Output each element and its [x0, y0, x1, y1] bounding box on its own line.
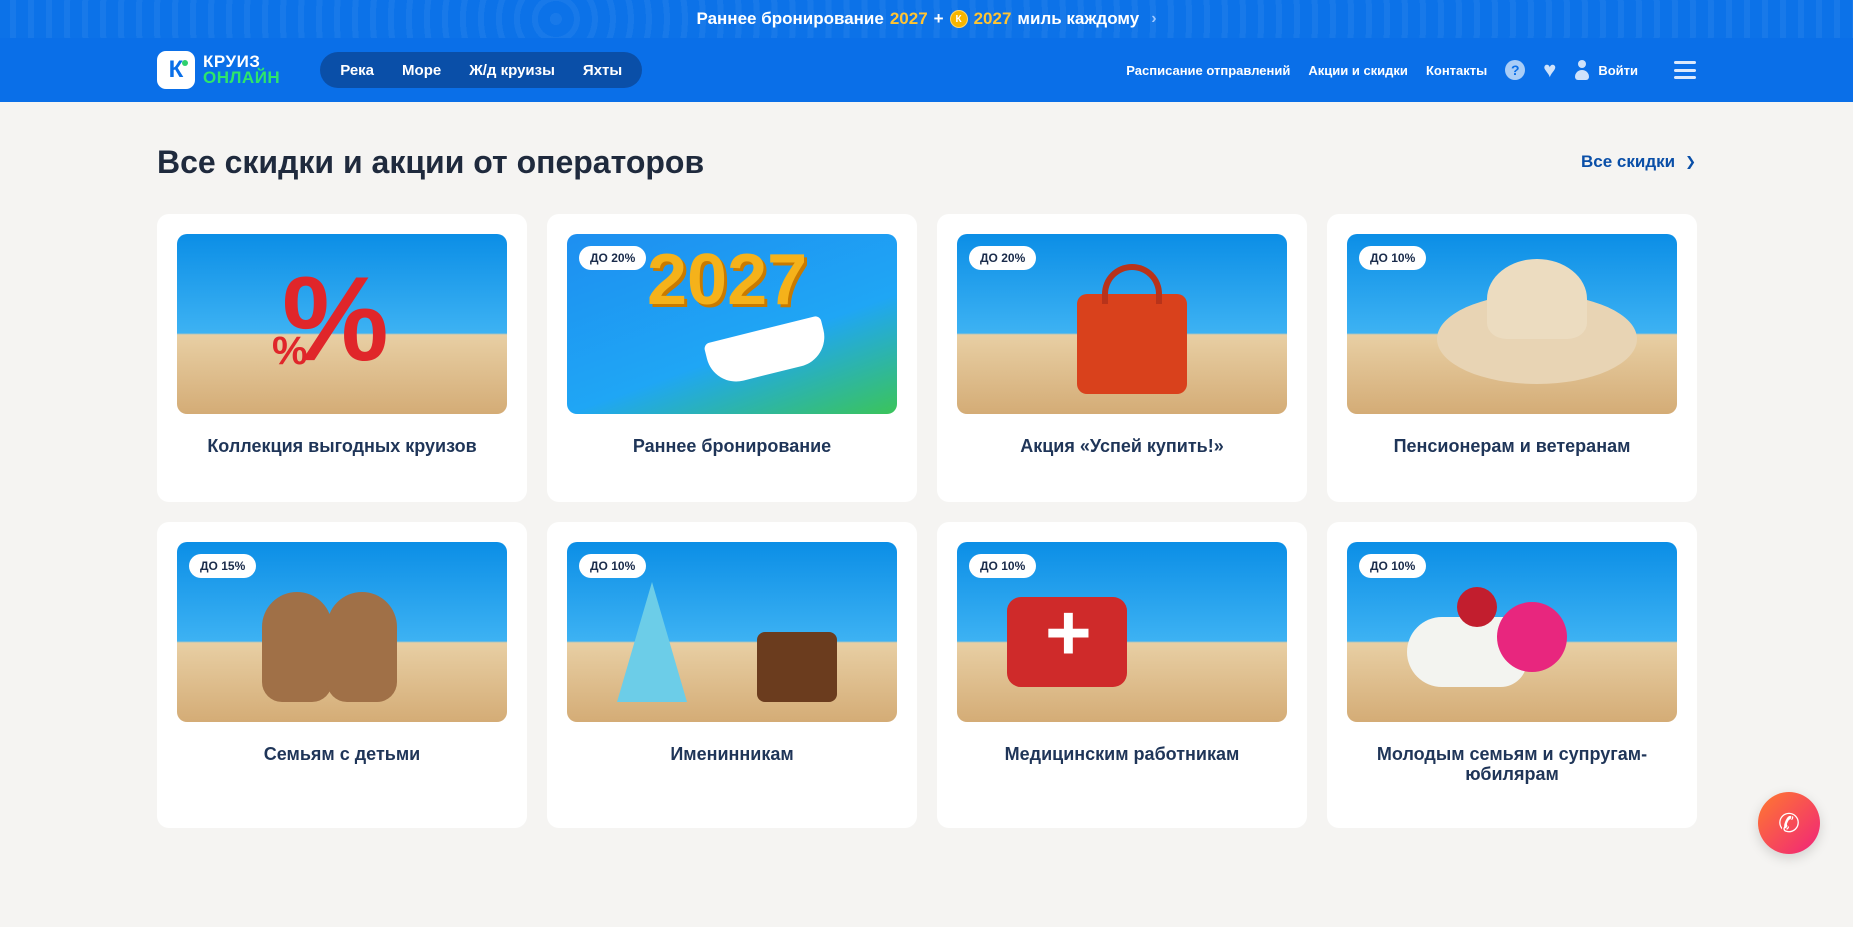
deal-card-pensioners[interactable]: ДО 10% Пенсионерам и ветеранам: [1327, 214, 1697, 502]
bear-decor: [327, 592, 397, 702]
link-schedule[interactable]: Расписание отправлений: [1126, 63, 1290, 78]
discount-badge: ДО 20%: [579, 246, 647, 270]
party-hat-decor: [617, 582, 687, 702]
hat-decor: [1437, 259, 1637, 384]
burger-menu-icon[interactable]: [1674, 61, 1696, 79]
discount-badge: ДО 10%: [1359, 246, 1427, 270]
deal-title: Коллекция выгодных круизов: [207, 436, 477, 456]
discount-badge: ДО 10%: [969, 554, 1037, 578]
deal-card-medical[interactable]: ДО 10% Медицинским работникам: [937, 522, 1307, 828]
promo-text-after: миль каждому: [1017, 9, 1140, 28]
deal-title: Медицинским работникам: [1004, 744, 1240, 764]
deal-image-ship: 2027 ДО 20%: [567, 234, 897, 414]
deal-card-early-booking[interactable]: 2027 ДО 20% Раннее бронирование: [547, 214, 917, 502]
all-discounts-label: Все скидки: [1581, 152, 1676, 171]
percent-decor: %: [282, 252, 389, 386]
deal-image-flowers: ДО 10%: [1347, 542, 1677, 722]
deal-image-bears: ДО 15%: [177, 542, 507, 722]
chevron-right-icon: ❯: [1685, 154, 1696, 169]
deals-grid-row-2: ДО 15% Семьям с детьми ДО 10% Именинника…: [157, 522, 1697, 828]
nav-item-rail[interactable]: Ж/д круизы: [455, 62, 569, 79]
deal-card-birthday[interactable]: ДО 10% Именинникам: [547, 522, 917, 828]
logo-text: КРУИЗ ОНЛАЙН: [203, 53, 281, 87]
deal-title: Семьям с детьми: [263, 744, 421, 764]
deal-image-percent: % %: [177, 234, 507, 414]
nav-item-river[interactable]: Река: [326, 62, 388, 79]
deal-title: Акция «Успей купить!»: [1020, 436, 1224, 456]
discount-badge: ДО 10%: [579, 554, 647, 578]
ship-decor: [703, 315, 831, 388]
deal-card-hurry-up[interactable]: ДО 20% Акция «Успей купить!»: [937, 214, 1307, 502]
deal-title: Пенсионерам и ветеранам: [1393, 436, 1631, 456]
promo-text-before: Раннее бронирование: [696, 9, 884, 28]
first-aid-kit-decor: [1007, 587, 1127, 687]
deal-card-collection[interactable]: % % Коллекция выгодных круизов: [157, 214, 527, 502]
bear-decor: [262, 592, 332, 702]
chevron-right-icon: ›: [1151, 10, 1157, 27]
promo-miles: 2027: [973, 9, 1012, 28]
bag-decor: [1077, 264, 1187, 394]
help-icon[interactable]: ?: [1505, 60, 1526, 80]
promo-year: 2027: [889, 9, 928, 28]
discount-badge: ДО 15%: [189, 554, 257, 578]
coin-icon: К: [949, 10, 968, 28]
nav-item-yachts[interactable]: Яхты: [569, 62, 636, 79]
site-header: К КРУИЗ ОНЛАЙН Река Море Ж/д круизы Яхты…: [0, 38, 1853, 102]
logo-mark-icon: К: [157, 51, 195, 89]
deal-title: Молодым семьям и супругам-юбилярам: [1376, 744, 1648, 784]
deal-image-kit: ДО 10%: [957, 542, 1287, 722]
promo-plus: +: [933, 9, 944, 28]
deal-image-bag: ДО 20%: [957, 234, 1287, 414]
header-actions: Расписание отправлений Акции и скидки Ко…: [1126, 57, 1696, 83]
call-button[interactable]: ✆: [1758, 792, 1820, 854]
cake-decor: [757, 632, 837, 702]
deal-card-newlyweds[interactable]: ДО 10% Молодым семьям и супругам-юбиляра…: [1327, 522, 1697, 828]
user-icon: [1574, 60, 1590, 80]
section-header: Все скидки и акции от операторов Все ски…: [157, 102, 1696, 214]
flower-decor: [1497, 602, 1567, 672]
main-content: Все скидки и акции от операторов Все ски…: [0, 102, 1853, 828]
link-contacts[interactable]: Контакты: [1426, 63, 1487, 78]
logo[interactable]: К КРУИЗ ОНЛАЙН: [157, 51, 280, 89]
main-nav: Река Море Ж/д круизы Яхты: [320, 52, 643, 88]
deal-title: Раннее бронирование: [632, 436, 832, 456]
nav-item-sea[interactable]: Море: [388, 62, 455, 79]
year-decor: 2027: [647, 240, 808, 320]
discount-badge: ДО 10%: [1359, 554, 1427, 578]
heart-icon[interactable]: ♥: [1543, 57, 1556, 83]
deals-grid: % % Коллекция выгодных круизов 2027 ДО 2…: [157, 214, 1697, 502]
login-label: Войти: [1598, 62, 1638, 78]
login-button[interactable]: Войти: [1574, 60, 1638, 80]
logo-line-2: ОНЛАЙН: [203, 68, 281, 87]
phone-icon: ✆: [1778, 807, 1800, 838]
promo-banner[interactable]: Раннее бронирование 2027 + К 2027 миль к…: [0, 0, 1853, 38]
link-deals[interactable]: Акции и скидки: [1308, 63, 1408, 78]
deal-card-families[interactable]: ДО 15% Семьям с детьми: [157, 522, 527, 828]
all-discounts-link[interactable]: Все скидки ❯: [1581, 152, 1696, 172]
discount-badge: ДО 20%: [969, 246, 1037, 270]
deal-image-party: ДО 10%: [567, 542, 897, 722]
deal-title: Именинникам: [670, 744, 794, 764]
deal-image-hat: ДО 10%: [1347, 234, 1677, 414]
rose-decor: [1457, 587, 1497, 627]
page-title: Все скидки и акции от операторов: [157, 143, 705, 180]
